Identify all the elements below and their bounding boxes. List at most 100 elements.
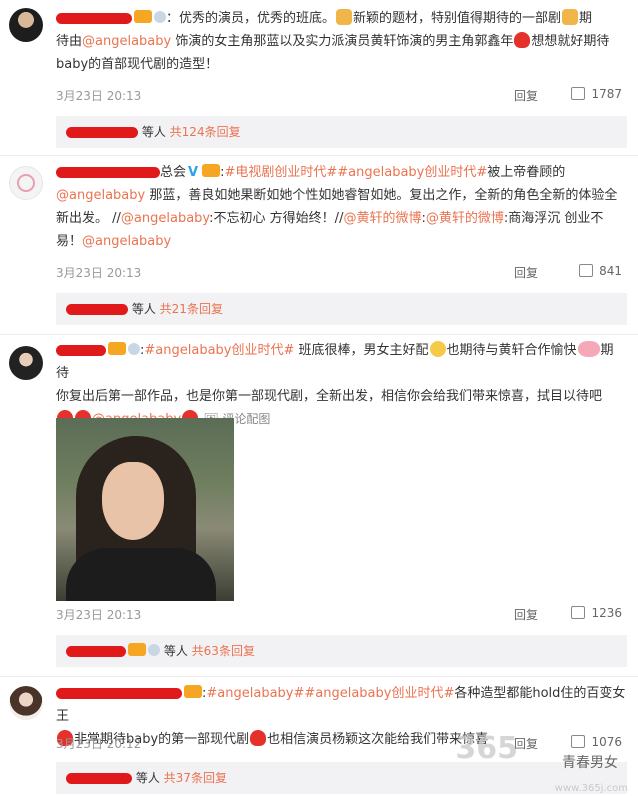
timestamp: 3月23日 20:13 [56,608,142,622]
level-badge-icon [128,343,140,355]
comment-body: 待由 [56,34,83,49]
photo-coat [66,548,216,601]
like-button[interactable]: 841 [579,264,622,278]
hashtag-link[interactable]: #angelababy创业时代# [337,165,487,180]
user-avatar[interactable] [9,166,43,200]
sub-replies-count[interactable]: 共37条回复 [164,771,227,785]
redacted-username[interactable] [56,167,160,178]
username-suffix[interactable]: 总会 [160,165,186,180]
like-count: 1236 [591,606,622,620]
heart-emoji-icon [514,32,531,48]
comment-meta: 3月23日 20:12 回复 1076 [56,735,622,755]
comment-body: 班底很棒，男女主好配 [294,343,429,358]
hashtag-link[interactable]: #angelababy创业时代# [304,686,454,701]
divider [0,676,638,677]
sub-replies-count[interactable]: 共63条回复 [192,644,255,658]
user-avatar[interactable] [9,346,43,380]
sub-replies-prefix: 等人 [131,302,156,316]
member-badge-icon [184,685,202,698]
comment-body: 易！ [56,234,83,249]
mention-link[interactable]: @黄轩的微博 [343,211,421,226]
member-badge-icon [134,10,152,23]
sub-replies-prefix: 等人 [163,644,188,658]
mention-link[interactable]: @angelababy [56,188,145,203]
comment-body: :商海浮沉 创业不 [503,211,604,226]
like-count: 1076 [591,735,622,749]
comment-body: 期 [579,11,593,26]
member-badge-icon [108,342,126,355]
like-icon [579,264,594,277]
user-avatar[interactable] [9,686,43,720]
comment-body: 也期待与黄轩合作愉快 [446,343,577,358]
member-badge-icon [128,643,146,656]
hashtag-link[interactable]: #angelababy# [206,686,304,701]
mention-link[interactable]: @angelababy [121,211,209,226]
redacted-username[interactable] [66,304,128,315]
comment-body: 饰演的女主角那蓝以及实力派演员黄轩饰演的男主角郭鑫年 [171,34,514,49]
mention-link[interactable]: @黄轩的微博 [426,211,504,226]
sub-replies-prefix: 等人 [141,125,166,139]
member-badge-icon [202,164,221,177]
level-badge-icon [154,11,166,23]
user-avatar[interactable] [9,8,43,42]
comment-body: 想想就好期待 [531,34,610,49]
photo-face [102,462,164,540]
comment-photo[interactable] [56,418,234,601]
redacted-username[interactable] [66,773,132,784]
timestamp: 3月23日 20:12 [56,737,142,751]
comment-body: :不忘初心 方得始终！// [209,211,344,226]
watermark-logo: 365 [455,731,518,766]
comment-body: 你复出后第一部作品，也是你第一部现代剧，全新出发，相信你会给我们带来惊喜，拭目以… [56,389,603,404]
comment-meta: 3月23日 20:13 回复 1236 [56,606,622,626]
level-badge-icon [148,644,160,656]
watermark-brand: 青春男女 [562,755,618,771]
like-count: 1787 [591,87,622,101]
comment-meta: 3月23日 20:13 回复 1787 [56,87,622,107]
sub-replies-bar[interactable]: 等人 共124条回复 [56,116,627,148]
logo-icon [17,174,35,192]
timestamp: 3月23日 20:13 [56,89,142,103]
like-icon [571,606,586,619]
comment-body: ：优秀的演员，优秀的班底。 [166,11,336,26]
redacted-username[interactable] [56,688,182,699]
mention-link[interactable]: @angelababy [82,234,171,249]
thumbs-up-emoji-icon [562,9,579,25]
sub-replies-bar[interactable]: 等人 共63条回复 [56,635,627,667]
timestamp: 3月23日 20:13 [56,266,142,280]
mention-link[interactable]: @angelababy [82,34,171,49]
divider [0,334,638,335]
comment-text: ：优秀的演员，优秀的班底。 新颖的题材，特别值得期待的一部剧 期 待由@angela… [56,7,626,76]
like-count: 841 [599,264,622,278]
like-icon [571,735,586,748]
like-button[interactable]: 1236 [571,606,622,620]
redacted-username[interactable] [56,13,132,24]
reply-button[interactable]: 回复 [514,264,538,281]
hashtag-link[interactable]: #电视剧创业时代# [224,165,337,180]
pig-emoji-icon [577,341,600,357]
comment-body: baby的首部现代剧的造型！ [56,57,219,72]
smile-emoji-icon [429,341,446,357]
reply-button[interactable]: 回复 [514,87,538,104]
sub-replies-bar[interactable]: 等人 共21条回复 [56,293,627,325]
sub-replies-count[interactable]: 共124条回复 [170,125,241,139]
sub-replies-prefix: 等人 [135,771,160,785]
sub-replies-count[interactable]: 共21条回复 [160,302,223,316]
redacted-username[interactable] [66,646,126,657]
like-button[interactable]: 1076 [571,735,622,749]
redacted-username[interactable] [66,127,138,138]
like-icon [571,87,586,100]
comment-body: 那蓝，善良如她果断如她个性如她睿智如她。复出之作，全新的角色全新的体验全 [145,188,618,203]
verified-v-icon: V [188,165,199,180]
comment-body: 新颖的题材，特别值得期待的一部剧 [353,11,562,26]
like-button[interactable]: 1787 [571,87,622,101]
thumbs-up-emoji-icon [336,9,353,25]
reply-button[interactable]: 回复 [514,606,538,623]
redacted-username[interactable] [56,345,106,356]
hashtag-link[interactable]: #angelababy创业时代# [144,343,294,358]
comment-text: 总会 V:#电视剧创业时代##angelababy创业时代#被上帝眷顾的 @ang… [56,161,626,253]
comment-body: 被上帝眷顾的 [487,165,566,180]
comment-meta: 3月23日 20:13 回复 841 [56,264,622,284]
comment-body: 新出发。 // [56,211,121,226]
divider [0,155,638,156]
sub-replies-bar[interactable]: 等人 共37条回复 [56,762,627,794]
